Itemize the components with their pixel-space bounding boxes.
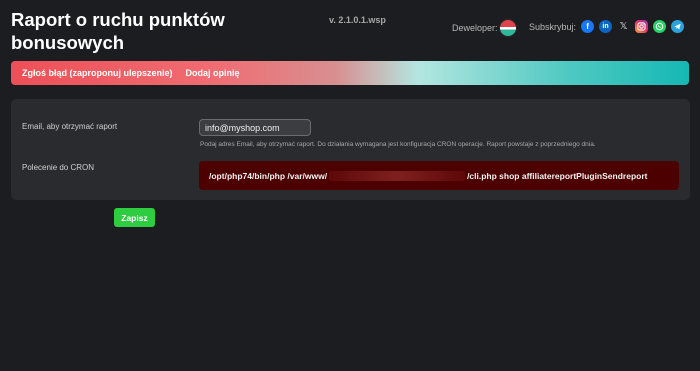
- instagram-icon[interactable]: [635, 20, 649, 33]
- email-field-label: Email, aby otrzymać raport: [22, 122, 118, 131]
- social-links: f in 𝕏: [581, 20, 685, 33]
- version-label: v. 2.1.0.1.wsp: [329, 15, 386, 25]
- cron-command: /opt/php74/bin/php /var/www/ /cli.php sh…: [199, 161, 679, 190]
- developer-label: Deweloper:: [452, 23, 498, 33]
- cron-command-prefix: /opt/php74/bin/php /var/www/: [209, 170, 328, 181]
- save-button[interactable]: Zapisz: [114, 208, 155, 227]
- page-title: Raport o ruchu punktów bonusowych: [11, 9, 225, 53]
- feedback-banner: Zgłoś błąd (zaproponuj ulepszenie) Dodaj…: [11, 61, 689, 85]
- email-help-text: Podaj adres Email, aby otrzymać raport. …: [200, 141, 596, 148]
- subscribe-block: Subskrybuj: f in 𝕏: [529, 20, 685, 33]
- linkedin-icon[interactable]: in: [599, 20, 613, 33]
- redacted-path: [329, 170, 466, 181]
- plugin-settings-page: Raport o ruchu punktów bonusowych v. 2.1…: [0, 0, 700, 371]
- cron-field-label: Polecenie do CRON: [22, 163, 95, 172]
- report-bug-link[interactable]: Zgłoś błąd (zaproponuj ulepszenie): [22, 68, 173, 78]
- telegram-icon[interactable]: [671, 20, 685, 33]
- add-review-link[interactable]: Dodaj opinię: [186, 68, 240, 78]
- header: Raport o ruchu punktów bonusowych v. 2.1…: [0, 0, 700, 58]
- cron-command-suffix: /cli.php shop affiliatereportPluginSendr…: [467, 170, 648, 181]
- email-field[interactable]: [199, 119, 311, 136]
- settings-card: Email, aby otrzymać raport Podaj adres E…: [11, 99, 690, 200]
- x-icon[interactable]: 𝕏: [617, 20, 630, 33]
- developer-logo-icon[interactable]: [499, 20, 516, 36]
- facebook-icon[interactable]: f: [581, 20, 595, 33]
- whatsapp-icon[interactable]: [653, 20, 667, 33]
- subscribe-label: Subskrybuj:: [529, 21, 577, 32]
- developer-block: Deweloper:: [452, 20, 516, 36]
